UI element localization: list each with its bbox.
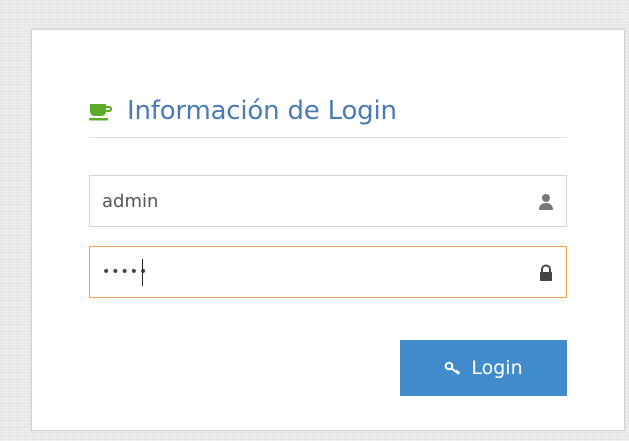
lock-icon	[540, 264, 552, 281]
login-header: Información de Login	[89, 96, 567, 138]
page-title: Información de Login	[127, 96, 397, 126]
password-input[interactable]	[90, 247, 566, 297]
text-caret	[142, 259, 143, 286]
username-input[interactable]	[90, 176, 566, 226]
login-box: Información de Login Login	[31, 29, 625, 431]
login-button-label: Login	[471, 357, 523, 379]
coffee-cup-icon	[89, 104, 112, 121]
user-icon	[539, 194, 553, 210]
key-icon	[445, 361, 461, 375]
username-field[interactable]	[89, 175, 567, 227]
password-field[interactable]	[89, 246, 567, 298]
login-button[interactable]: Login	[400, 340, 567, 396]
